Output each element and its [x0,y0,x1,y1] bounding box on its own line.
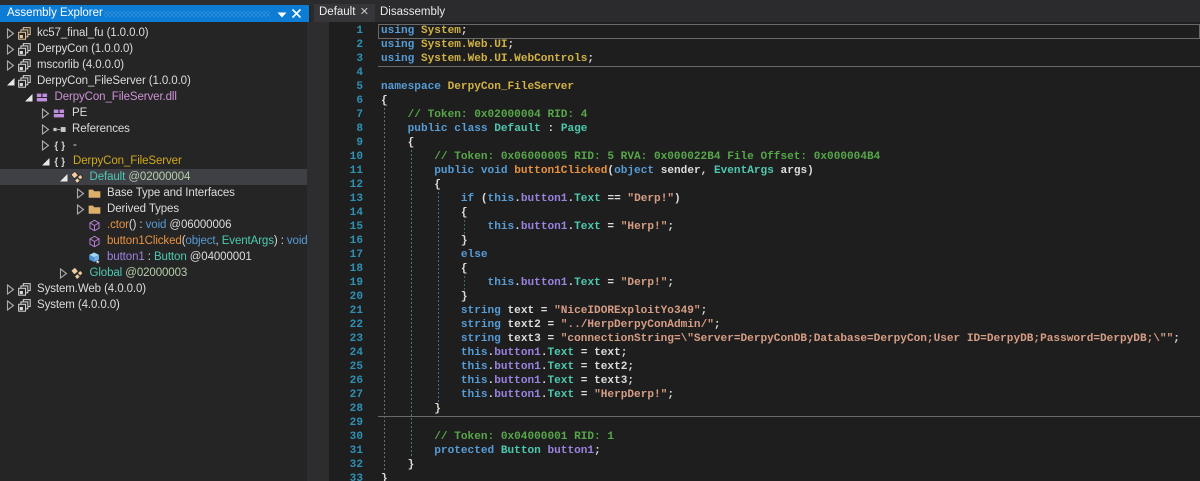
svg-text:}: } [61,141,65,152]
svg-text:{: { [54,157,58,168]
svg-text:{: { [54,141,58,152]
svg-text:}: } [61,157,65,168]
